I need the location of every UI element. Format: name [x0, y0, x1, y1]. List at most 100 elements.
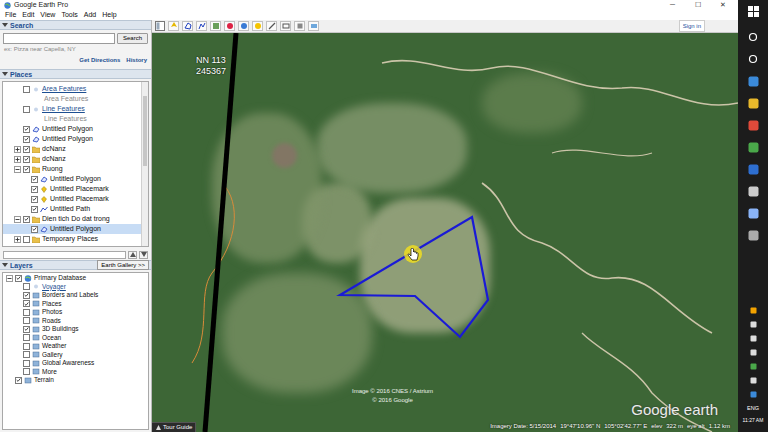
tree-item-label[interactable]: 3D Buildings [42, 325, 79, 334]
tree-item-label[interactable]: More [42, 368, 57, 377]
window-control-button[interactable]: ☐ [685, 0, 710, 10]
tree-item[interactable]: Dien tich Do dat trong [3, 214, 141, 224]
tree-item[interactable]: dcNanz [3, 154, 141, 164]
menu-item[interactable]: Add [81, 10, 99, 20]
checkbox[interactable] [23, 300, 30, 307]
checkbox[interactable] [23, 156, 30, 163]
tree-item-label[interactable]: Temporary Places [42, 234, 98, 244]
tree-item[interactable]: Ruong [3, 164, 141, 174]
menu-item[interactable]: Help [99, 10, 119, 20]
tree-item-label[interactable]: Line Features [42, 104, 85, 114]
tree-item[interactable]: Weather [3, 342, 148, 351]
tree-item[interactable]: Borders and Labels [3, 291, 148, 300]
checkbox[interactable] [23, 283, 30, 290]
tree-item-label[interactable]: dcNanz [42, 154, 66, 164]
scrollbar[interactable] [141, 82, 148, 246]
tree-item-label[interactable]: Weather [42, 342, 66, 351]
tree-item-label[interactable]: Primary Database [34, 274, 86, 283]
tree-item-label[interactable]: dcNanz [42, 144, 66, 154]
tree-item[interactable]: Places [3, 300, 148, 309]
checkbox[interactable] [31, 196, 38, 203]
tree-item[interactable]: Roads [3, 317, 148, 326]
map-view[interactable]: NN 113245367Image © 2016 CNES / Astrium©… [152, 33, 738, 432]
menu-item[interactable]: Edit [19, 10, 37, 20]
tree-item-label[interactable]: Untitled Placemark [50, 184, 109, 194]
window-control-button[interactable]: ✕ [710, 0, 735, 10]
expand-toggle[interactable] [14, 166, 21, 173]
places-header[interactable]: Places [0, 69, 151, 79]
tree-item[interactable]: Gallery [3, 351, 148, 360]
checkbox[interactable] [31, 176, 38, 183]
search-link[interactable]: Get Directions [79, 56, 120, 65]
tree-item[interactable]: Untitled Path [3, 204, 141, 214]
checkbox[interactable] [23, 166, 30, 173]
tree-item-label[interactable]: Area Features [42, 84, 86, 94]
tree-item-label[interactable]: Untitled Path [50, 204, 90, 214]
checkbox[interactable] [23, 136, 30, 143]
layers-header[interactable]: LayersEarth Gallery >> [0, 260, 151, 270]
tree-item-label[interactable]: Roads [42, 317, 61, 326]
expand-toggle[interactable] [14, 156, 21, 163]
clock[interactable]: 11:27 AM [743, 416, 764, 424]
expand-toggle[interactable] [14, 146, 21, 153]
checkbox[interactable] [23, 236, 30, 243]
tree-item[interactable]: Area Features [3, 84, 141, 94]
checkbox[interactable] [23, 368, 30, 375]
checkbox[interactable] [23, 360, 30, 367]
expand-toggle[interactable] [6, 275, 13, 282]
checkbox[interactable] [23, 317, 30, 324]
tree-item-label[interactable]: Voyager [42, 283, 66, 292]
checkbox[interactable] [23, 351, 30, 358]
tree-item[interactable]: Untitled Placemark [3, 184, 141, 194]
tree-item-label[interactable]: Dien tich Do dat trong [42, 214, 110, 224]
tree-item[interactable]: dcNanz [3, 144, 141, 154]
earth-gallery-button[interactable]: Earth Gallery >> [97, 260, 149, 270]
tree-item-label[interactable]: Untitled Placemark [50, 194, 109, 204]
checkbox[interactable] [23, 309, 30, 316]
tree-item-label[interactable]: Borders and Labels [42, 291, 98, 300]
tree-item[interactable]: More [3, 368, 148, 377]
checkbox[interactable] [23, 334, 30, 341]
menu-item[interactable]: Tools [58, 10, 80, 20]
sign-in-button[interactable]: Sign in [679, 20, 705, 32]
checkbox[interactable] [31, 226, 38, 233]
tree-item[interactable]: Untitled Polygon [3, 124, 141, 134]
tree-item-label[interactable]: Untitled Polygon [42, 124, 93, 134]
search-link[interactable]: History [126, 56, 147, 65]
tree-item-label[interactable]: Ruong [42, 164, 63, 174]
checkbox[interactable] [31, 206, 38, 213]
tree-item[interactable]: Primary Database [3, 274, 148, 283]
tree-item[interactable]: Global Awareness [3, 359, 148, 368]
tree-item-label[interactable]: Untitled Polygon [42, 134, 93, 144]
tree-item-label[interactable]: Terrain [34, 376, 54, 385]
tree-item[interactable]: Voyager [3, 283, 148, 292]
checkbox[interactable] [23, 106, 30, 113]
tree-item-label[interactable]: Photos [42, 308, 62, 317]
tree-item[interactable]: Untitled Placemark [3, 194, 141, 204]
expand-toggle[interactable] [14, 216, 21, 223]
tree-item[interactable]: Untitled Polygon [3, 224, 141, 234]
checkbox[interactable] [23, 343, 30, 350]
tree-item[interactable]: Photos [3, 308, 148, 317]
tree-item-label[interactable]: Global Awareness [42, 359, 94, 368]
checkbox[interactable] [15, 275, 22, 282]
menu-item[interactable]: View [37, 10, 58, 20]
checkbox[interactable] [15, 377, 22, 384]
tree-item[interactable]: Untitled Polygon [3, 174, 141, 184]
checkbox[interactable] [23, 126, 30, 133]
tour-guide-tab[interactable]: Tour Guide [152, 422, 196, 432]
menu-item[interactable]: File [2, 10, 19, 20]
search-input[interactable] [3, 33, 115, 44]
tree-item[interactable]: 3D Buildings [3, 325, 148, 334]
tree-item[interactable]: Line Features [3, 104, 141, 114]
tree-item[interactable]: Temporary Places [3, 234, 141, 244]
language-indicator[interactable]: ENG [747, 404, 759, 412]
scrollbar-thumb[interactable] [143, 96, 147, 166]
checkbox[interactable] [23, 216, 30, 223]
tree-item-label[interactable]: Places [42, 300, 62, 309]
search-header[interactable]: Search [0, 20, 151, 30]
tree-item[interactable]: Terrain [3, 376, 148, 385]
tree-item-label[interactable]: Untitled Polygon [50, 174, 101, 184]
checkbox[interactable] [23, 326, 30, 333]
tree-item[interactable]: Untitled Polygon [3, 134, 141, 144]
